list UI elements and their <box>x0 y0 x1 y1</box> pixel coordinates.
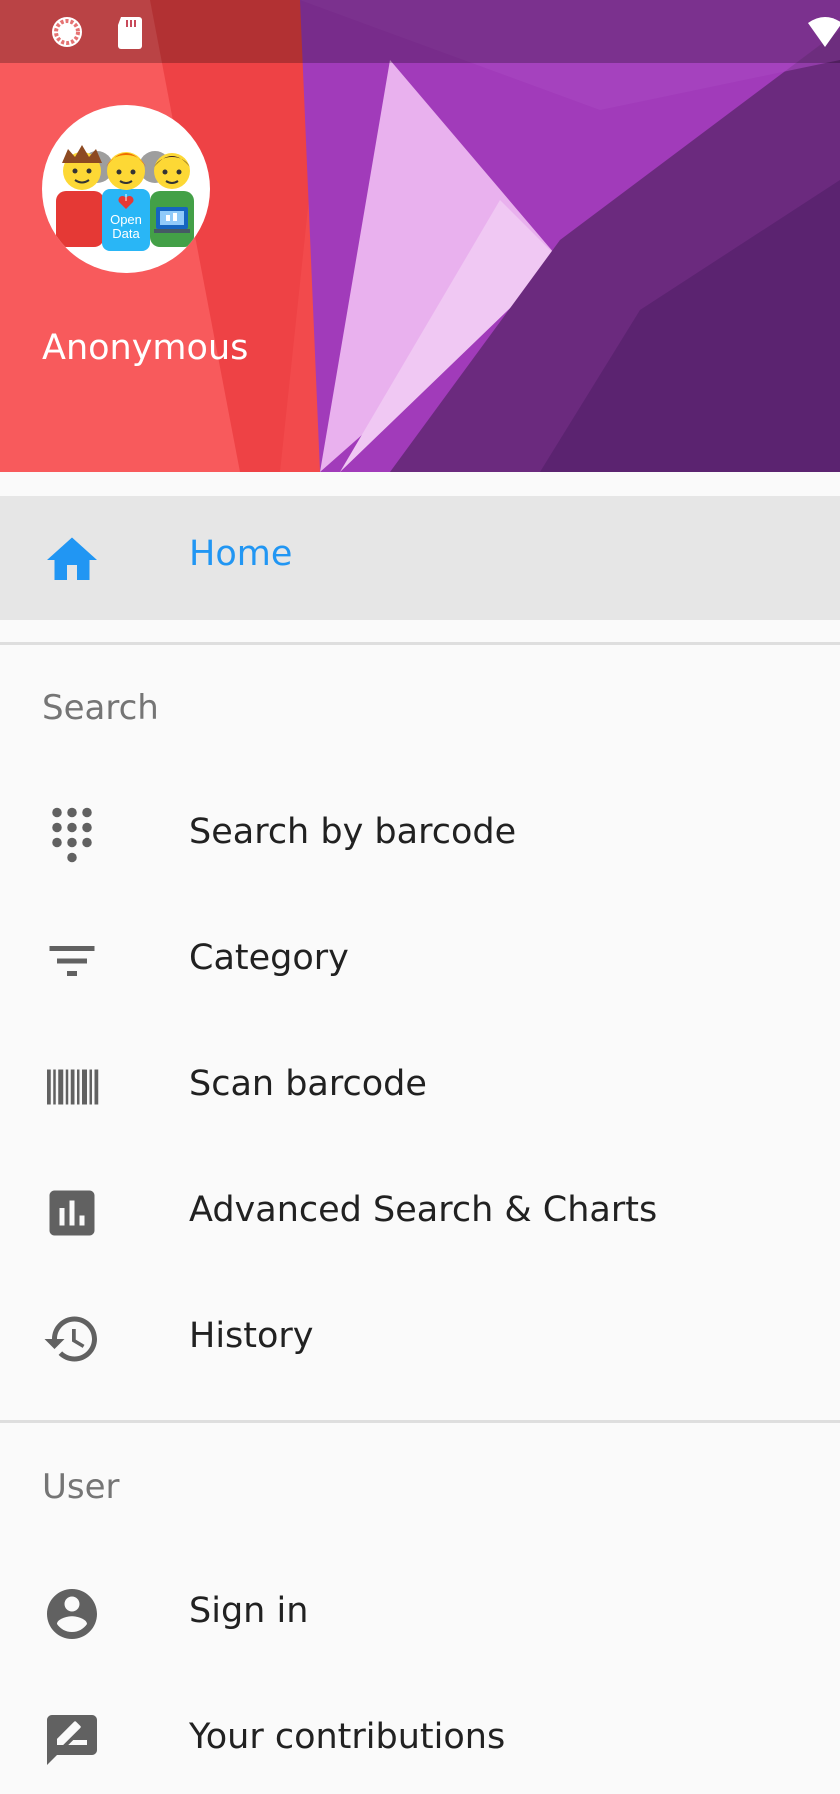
menu-item-label: Sign in <box>189 1591 309 1631</box>
barcode-icon <box>42 1057 102 1117</box>
sync-icon <box>48 13 86 51</box>
menu-item-sign-in[interactable]: Sign in <box>0 1551 840 1677</box>
status-bar <box>0 0 840 63</box>
menu-item-search-by-barcode[interactable]: Search by barcode <box>0 772 840 898</box>
divider <box>0 642 840 645</box>
account-circle-icon <box>42 1584 102 1644</box>
menu-item-category[interactable]: Category <box>0 898 840 1024</box>
menu-item-label: Advanced Search & Charts <box>189 1190 658 1230</box>
avatar[interactable]: I Open Data <box>42 105 210 273</box>
avatar-text-i: I <box>125 193 128 204</box>
menu-item-advanced-search-charts[interactable]: Advanced Search & Charts <box>0 1150 840 1276</box>
avatar-text-open: Open <box>110 212 142 227</box>
bar-chart-icon <box>42 1183 102 1243</box>
divider <box>0 1420 840 1423</box>
filter-list-icon <box>42 931 102 991</box>
drawer-header: I Open Data Anonymous <box>0 0 840 472</box>
dialpad-icon <box>42 805 102 865</box>
navigation-drawer: I Open Data Anonymous Home Search Search… <box>0 0 840 1794</box>
menu-item-label: Category <box>189 938 349 978</box>
avatar-text-data: Data <box>112 226 140 241</box>
menu-item-label: Your contributions <box>189 1717 506 1757</box>
user-name: Anonymous <box>42 328 249 368</box>
section-header-user: User <box>42 1467 120 1507</box>
rate-review-icon <box>42 1710 102 1770</box>
menu-item-label: Scan barcode <box>189 1064 427 1104</box>
open-data-people-icon: I Open Data <box>56 145 194 251</box>
history-icon <box>42 1309 102 1369</box>
menu-item-label: Search by barcode <box>189 812 517 852</box>
home-icon <box>42 530 102 590</box>
menu-item-scan-barcode[interactable]: Scan barcode <box>0 1024 840 1150</box>
menu-item-your-contributions[interactable]: Your contributions <box>0 1677 840 1794</box>
menu-item-label: Home <box>189 534 293 574</box>
sd-card-icon <box>112 13 150 51</box>
section-header-search: Search <box>42 688 159 728</box>
menu-item-label: History <box>189 1316 314 1356</box>
menu-item-history[interactable]: History <box>0 1276 840 1402</box>
wifi-icon <box>806 13 840 51</box>
menu-item-home[interactable]: Home <box>0 496 840 620</box>
